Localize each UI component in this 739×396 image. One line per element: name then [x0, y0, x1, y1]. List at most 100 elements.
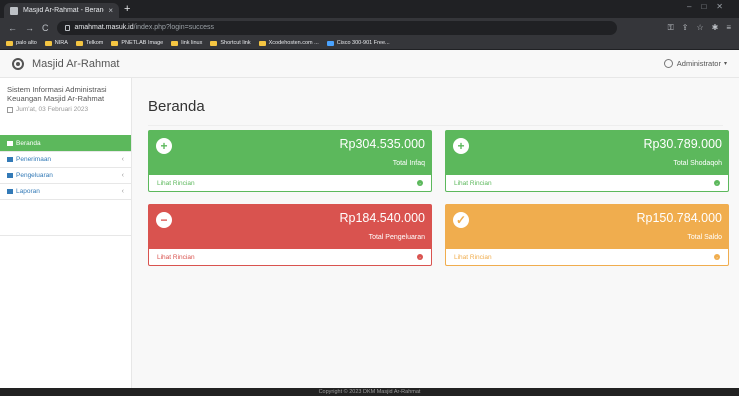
- arrow-circle-right-icon: ›: [714, 180, 720, 186]
- url-path: /index.php?login=success: [133, 24, 215, 31]
- card-amount: Rp304.535.000: [339, 137, 426, 151]
- card-amount: Rp184.540.000: [339, 211, 426, 225]
- bookmark-item[interactable]: Telkom: [75, 40, 104, 46]
- sidebar-item-label: Pengeluaran: [16, 172, 53, 179]
- date-text: Jum'at, 03 Februari 2023: [16, 106, 89, 113]
- bookmark-item[interactable]: palo alto: [6, 40, 37, 46]
- app-navbar: Masjid Ar-Rahmat Administrator ▾: [0, 50, 739, 78]
- bookmark-label: Telkom: [85, 40, 104, 46]
- extensions-icon[interactable]: ✱: [712, 23, 719, 33]
- calendar-icon: [7, 106, 13, 113]
- sidebar-spacer: [0, 200, 131, 236]
- title-divider: [148, 125, 723, 126]
- window-controls[interactable]: –□✕: [687, 2, 733, 11]
- card-total-saldo: ✓ Rp150.784.000 Total Saldo Lihat Rincia…: [445, 204, 729, 266]
- user-name: Administrator: [676, 59, 721, 68]
- forward-button[interactable]: →: [25, 23, 34, 33]
- address-bar[interactable]: amahmat.masuk.id /index.php?login=succes…: [56, 20, 617, 35]
- card-header: ✓ Rp150.784.000 Total Saldo: [446, 205, 728, 249]
- bookmark-label: link linux: [181, 40, 203, 46]
- folder-open-icon: [7, 173, 13, 178]
- card-label: Total Shodaqoh: [673, 160, 722, 167]
- bookmark-item[interactable]: Cisco 300-901 Free...: [326, 40, 390, 46]
- bookmark-label: Cisco 300-901 Free...: [336, 40, 390, 46]
- back-button[interactable]: ←: [8, 23, 17, 33]
- bookmark-item[interactable]: NIRA: [44, 40, 68, 46]
- view-details-link[interactable]: Lihat Rincian: [157, 254, 195, 261]
- bookmark-item[interactable]: Xcodehosten.com ...: [258, 40, 319, 46]
- card-total-pengeluaran: − Rp184.540.000 Total Pengeluaran Lihat …: [148, 204, 432, 266]
- mosque-logo-icon: [12, 57, 24, 70]
- bookmark-item[interactable]: PNETLAB Image: [111, 40, 163, 46]
- folder-icon: [258, 40, 266, 46]
- key-icon[interactable]: ⚿: [668, 23, 674, 33]
- view-details-link[interactable]: Lihat Rincian: [454, 254, 492, 261]
- browser-tab[interactable]: Masjid Ar-Rahmat - Beranda ×: [4, 3, 119, 18]
- folder-icon: [7, 157, 13, 162]
- card-header: − Rp184.540.000 Total Pengeluaran: [149, 205, 431, 249]
- folder-icon: [6, 40, 13, 46]
- chevron-left-icon: ‹: [121, 188, 124, 195]
- sidebar: Sistem Informasi Administrasi Keuangan M…: [0, 78, 132, 388]
- card-label: Total Saldo: [687, 234, 722, 241]
- tab-title: Masjid Ar-Rahmat - Beranda: [23, 7, 105, 14]
- card-amount: Rp150.784.000: [636, 211, 723, 225]
- bookmark-label: Shortcut link: [220, 40, 251, 46]
- bookmark-item[interactable]: Shortcut link: [210, 40, 251, 46]
- bookmark-label: NIRA: [54, 40, 68, 46]
- system-name-line2: Keuangan Masjid Ar-Rahmat: [7, 94, 105, 103]
- browser-toolbar: ← → C amahmat.masuk.id /index.php?login=…: [0, 18, 739, 37]
- card-total-infaq: + Rp304.535.000 Total Infaq Lihat Rincia…: [148, 130, 432, 192]
- plus-circle-icon: +: [453, 138, 469, 154]
- brand-title[interactable]: Masjid Ar-Rahmat: [32, 58, 119, 70]
- sidebar-nav: Beranda Penerimaan ‹ Pengeluaran ‹ Lapor…: [0, 135, 131, 236]
- user-icon: [663, 59, 673, 68]
- sidebar-item-pengeluaran[interactable]: Pengeluaran ‹: [0, 168, 131, 184]
- bookmark-label: palo alto: [16, 40, 37, 46]
- sidebar-item-penerimaan[interactable]: Penerimaan ‹: [0, 152, 131, 168]
- card-total-shodaqoh: + Rp30.789.000 Total Shodaqoh Lihat Rinc…: [445, 130, 729, 192]
- card-header: + Rp30.789.000 Total Shodaqoh: [446, 131, 728, 175]
- main-content: Beranda + Rp304.535.000 Total Infaq Liha…: [132, 78, 739, 388]
- card-footer-link[interactable]: Lihat Rincian ›: [149, 175, 431, 191]
- arrow-circle-right-icon: ›: [417, 254, 423, 260]
- tab-close-icon[interactable]: ×: [108, 6, 113, 15]
- sidebar-item-laporan[interactable]: Laporan ‹: [0, 184, 131, 200]
- share-icon[interactable]: ⇪: [682, 23, 689, 33]
- sidebar-item-label: Beranda: [16, 139, 41, 147]
- card-label: Total Infaq: [392, 160, 425, 167]
- user-menu[interactable]: Administrator ▾: [663, 59, 727, 68]
- sidebar-item-beranda[interactable]: Beranda: [0, 135, 131, 152]
- folder-icon: [111, 40, 119, 46]
- card-footer-link[interactable]: Lihat Rincian ›: [446, 175, 728, 191]
- folder-icon: [210, 40, 218, 46]
- card-header: + Rp304.535.000 Total Infaq: [149, 131, 431, 175]
- browser-tab-strip: Masjid Ar-Rahmat - Beranda × + –□✕: [0, 0, 739, 18]
- toolbar-icons: ⚿ ⇪ ☆ ✱ ≡: [668, 23, 731, 33]
- star-icon[interactable]: ☆: [696, 23, 703, 33]
- folder-icon: [326, 40, 334, 46]
- bookmark-label: PNETLAB Image: [121, 40, 164, 46]
- bookmark-label: Xcodehosten.com ...: [268, 40, 319, 46]
- book-icon: [7, 189, 13, 194]
- view-details-link[interactable]: Lihat Rincian: [157, 180, 195, 187]
- new-tab-button[interactable]: +: [124, 3, 130, 15]
- sidebar-item-label: Laporan: [16, 188, 40, 195]
- current-date: Jum'at, 03 Februari 2023: [7, 106, 124, 113]
- bookmark-item[interactable]: link linux: [171, 40, 202, 46]
- caret-down-icon: ▾: [723, 61, 727, 67]
- favicon-icon: [10, 6, 18, 15]
- plus-circle-icon: +: [156, 138, 172, 154]
- menu-icon[interactable]: ≡: [726, 23, 731, 33]
- card-label: Total Pengeluaran: [368, 234, 425, 241]
- folder-icon: [44, 40, 52, 46]
- card-footer-link[interactable]: Lihat Rincian ›: [149, 249, 431, 265]
- card-footer-link[interactable]: Lihat Rincian ›: [446, 249, 728, 265]
- sidebar-info: Sistem Informasi Administrasi Keuangan M…: [0, 78, 131, 132]
- copyright-text: Copyright © 2023 DKM Masjid Ar-Rahmat: [318, 389, 421, 395]
- lock-icon: [64, 24, 70, 31]
- reload-button[interactable]: C: [42, 23, 49, 33]
- page-footer: Copyright © 2023 DKM Masjid Ar-Rahmat: [0, 388, 739, 396]
- view-details-link[interactable]: Lihat Rincian: [454, 180, 492, 187]
- home-icon: [7, 140, 13, 146]
